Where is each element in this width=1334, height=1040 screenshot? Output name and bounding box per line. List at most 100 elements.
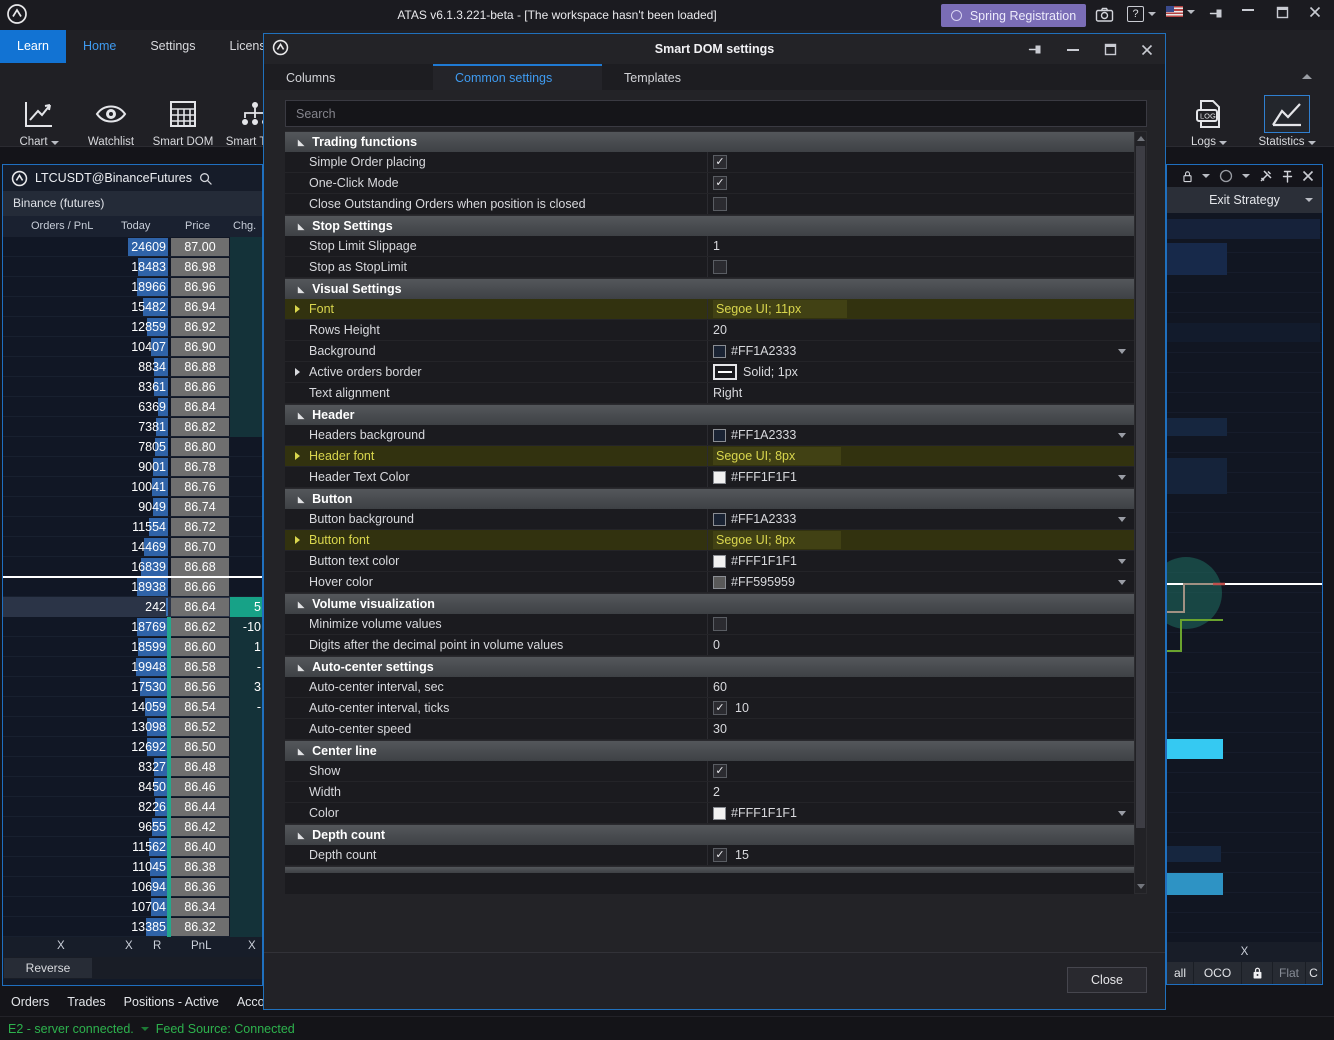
dom-row-86.60[interactable]: 1859986.601 [3,637,262,657]
settings-row-button-background[interactable]: Button background#FF1A2333 [285,509,1134,530]
dropdown-caret-icon[interactable] [1118,559,1126,564]
settings-row-simple-order-placing[interactable]: Simple Order placing✓ [285,152,1134,173]
setting-value-cell[interactable]: #FF1A2333 [707,425,1134,445]
ribbon-tab-settings[interactable]: Settings [133,30,212,63]
dom-row-86.56[interactable]: 1753086.563 [3,677,262,697]
expand-icon[interactable] [295,368,300,376]
price-cell[interactable]: 86.50 [171,738,229,756]
dom-row-86.54[interactable]: 1405986.54- [3,697,262,717]
server-status-label[interactable]: E2 - server connected. [8,1022,134,1036]
scroll-up-icon[interactable] [1137,136,1145,141]
dialog-tab-templates[interactable]: Templates [602,64,771,90]
setting-value-cell[interactable]: ✓10 [707,698,1134,718]
dom-row-86.52[interactable]: 1309886.52 [3,717,262,737]
price-cell[interactable]: 86.38 [171,858,229,876]
dom-row-86.88[interactable]: 883486.88 [3,357,262,377]
dom-row-86.42[interactable]: 965586.42 [3,817,262,837]
dialog-tab-columns[interactable]: Columns [264,64,433,90]
setting-value-cell[interactable]: Solid; 1px [707,362,1134,382]
column-header-price[interactable]: Price [185,220,210,232]
section-header-button[interactable]: ◢Button [285,488,1134,509]
color-swatch[interactable] [713,429,726,442]
language-button[interactable] [1166,6,1195,17]
price-cell[interactable]: 86.46 [171,778,229,796]
price-cell[interactable]: 86.36 [171,878,229,896]
section-header-depth-count[interactable]: ◢Depth count [285,824,1134,845]
dom-row-86.70[interactable]: 1446986.70 [3,537,262,557]
dom-row-86.94[interactable]: 1548286.94 [3,297,262,317]
help-button[interactable]: ? [1127,6,1156,22]
price-cell[interactable]: 86.80 [171,438,229,456]
settings-row-button-text-color[interactable]: Button text color#FFF1F1F1 [285,551,1134,572]
checkbox-checked[interactable]: ✓ [713,701,727,715]
price-cell[interactable]: 86.58 [171,658,229,676]
pin-window-button[interactable] [1209,6,1224,21]
settings-row-minimize-volume-values[interactable]: Minimize volume values [285,614,1134,635]
dom-row-86.32[interactable]: 1338586.32 [3,917,262,937]
scroll-down-icon[interactable] [1137,884,1145,889]
dropdown-caret-icon[interactable] [1118,517,1126,522]
pin-panel-icon[interactable] [1282,170,1293,183]
checkbox[interactable] [713,197,727,211]
price-cell[interactable]: 86.96 [171,278,229,296]
setting-value-cell[interactable]: Segoe UI; 8px [707,530,1134,550]
setting-value-cell[interactable] [707,194,1134,214]
color-swatch[interactable] [713,513,726,526]
price-cell[interactable]: 86.84 [171,398,229,416]
dialog-tab-common-settings[interactable]: Common settings [433,64,602,90]
footer-cell-r[interactable]: R [153,940,161,952]
price-cell[interactable]: 86.90 [171,338,229,356]
dropdown-caret-icon[interactable] [1118,580,1126,585]
footer-cell-pnl[interactable]: PnL [191,940,211,952]
section-header-auto-center-settings[interactable]: ◢Auto-center settings [285,656,1134,677]
dom-row-86.96[interactable]: 1896686.96 [3,277,262,297]
dom-row-86.48[interactable]: 832786.48 [3,757,262,777]
tool-smart-dom[interactable]: Smart DOM [152,95,214,149]
price-cell[interactable]: 86.92 [171,318,229,336]
price-cell[interactable]: 86.48 [171,758,229,776]
price-cell[interactable]: 86.42 [171,818,229,836]
price-cell[interactable]: 86.52 [171,718,229,736]
expand-icon[interactable] [295,536,300,544]
footer-cell-x[interactable]: X [57,940,65,952]
button-all[interactable]: all [1167,962,1194,984]
price-cell[interactable]: 86.32 [171,918,229,936]
button-oco[interactable]: OCO [1194,962,1242,984]
dialog-maximize-button[interactable] [1104,43,1117,56]
ribbon-tab-learn[interactable]: Learn [0,30,66,63]
dom-row-86.98[interactable]: 1848386.98 [3,257,262,277]
minimize-button[interactable] [1242,8,1255,12]
settings-row-auto-center-interval-ticks[interactable]: Auto-center interval, ticks✓10 [285,698,1134,719]
footer-cell-x[interactable]: X [248,940,256,952]
exit-strategy-dropdown[interactable]: Exit Strategy [1167,187,1322,213]
scrollbar-thumb[interactable] [1136,146,1145,828]
tool-statistics[interactable]: Statistics [1256,95,1318,149]
section-header-stop-settings[interactable]: ◢Stop Settings [285,215,1134,236]
column-header-orders-pnl[interactable]: Orders / PnL [31,220,93,232]
dropdown-caret-icon[interactable] [1118,475,1126,480]
checkbox[interactable] [713,617,727,631]
setting-value-cell[interactable]: #FFF1F1F1 [707,551,1134,571]
column-header-chg[interactable]: Chg. [233,220,256,232]
settings-row-font[interactable]: FontSegoe UI; 11px [285,299,1134,320]
color-swatch[interactable] [713,345,726,358]
footer-cell-x[interactable]: X [125,940,133,952]
price-cell[interactable]: 86.44 [171,798,229,816]
dom-row-86.38[interactable]: 1104586.38 [3,857,262,877]
close-window-button[interactable] [1309,6,1321,18]
setting-value-cell[interactable]: 1 [707,236,1134,256]
reverse-button[interactable]: Reverse [4,958,92,978]
setting-value-cell[interactable]: #FFF1F1F1 [707,803,1134,823]
setting-value-cell[interactable]: #FF1A2333 [707,341,1134,361]
expand-icon[interactable] [295,305,300,313]
dom-row-86.92[interactable]: 1285986.92 [3,317,262,337]
dom-panel-header[interactable]: LTCUSDT@BinanceFutures [3,165,262,191]
price-cell[interactable]: 87.00 [171,238,229,256]
price-cell[interactable]: 86.68 [171,558,229,576]
expand-icon[interactable] [295,452,300,460]
checkbox[interactable] [713,260,727,274]
circle-marker-icon[interactable] [1219,169,1233,183]
dom-row-86.68[interactable]: 1683986.68 [3,557,262,577]
settings-row-auto-center-interval-sec[interactable]: Auto-center interval, sec60 [285,677,1134,698]
color-swatch[interactable] [713,576,726,589]
